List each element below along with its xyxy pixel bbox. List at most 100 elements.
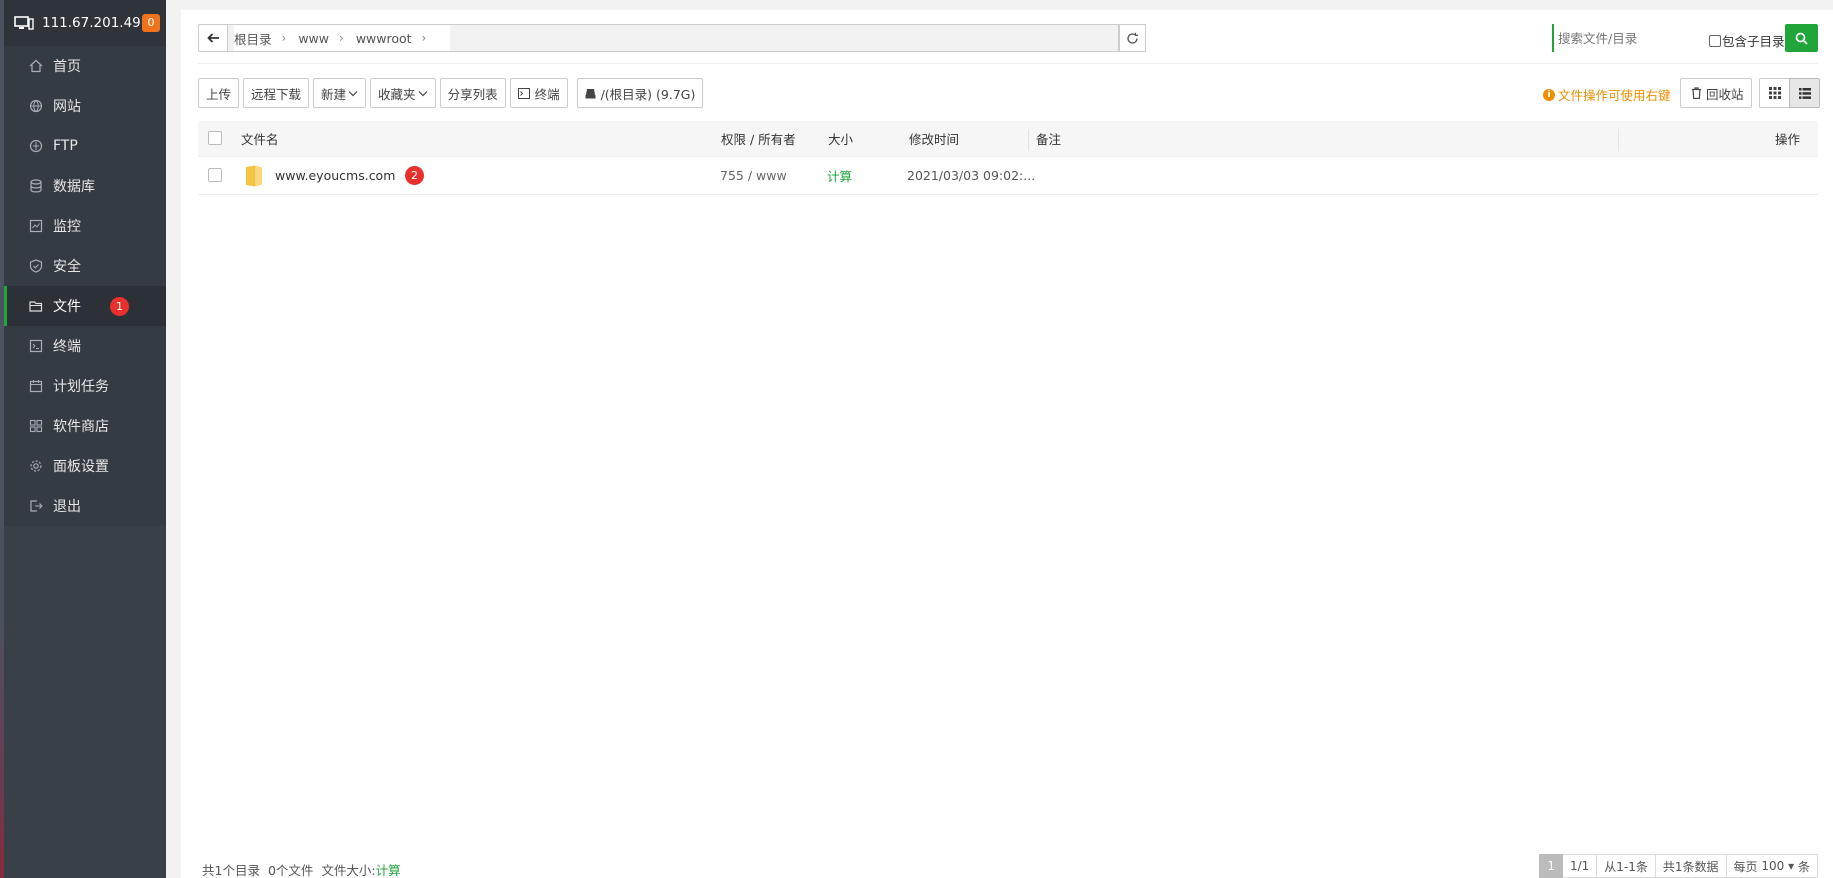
sidebar-item-settings[interactable]: 面板设置 [4,446,166,486]
grid-view-button[interactable] [1759,78,1790,108]
terminal-icon [517,87,530,99]
ftp-icon [29,139,43,153]
breadcrumb-item-www[interactable]: www › [298,31,355,46]
tip-text: 文件操作可使用右键 [1558,88,1671,103]
disk-button[interactable]: /(根目录) (9.7G) [576,78,704,108]
remote-download-button[interactable]: 远程下载 [243,78,310,108]
info-icon: i [1543,88,1555,101]
sidebar-item-label: 网站 [53,99,81,115]
col-header-permission[interactable]: 权限 / 所有者 [721,129,796,148]
sidebar-item-security[interactable]: 安全 [4,246,166,286]
summary: 共1个目录 0个文件 文件大小:计算 [202,860,401,878]
calculate-size-link[interactable]: 计算 [827,166,852,185]
sidebar-item-files[interactable]: 文件 1 [4,286,166,326]
pagination: 1 1/1 从1-1条 共1条数据 每页 100 ▾ 条 [1539,854,1818,878]
terminal-button[interactable]: 终端 [509,78,568,108]
folder-open-icon [29,299,43,313]
chevron-down-icon [348,90,358,96]
share-list-button[interactable]: 分享列表 [439,78,506,108]
grid-icon [1768,87,1781,99]
chevron-right-icon: › [281,31,287,45]
table-header: 文件名 权限 / 所有者 大小 修改时间 备注 操作 [198,121,1818,157]
file-name-link[interactable]: www.eyoucms.com [275,168,395,183]
column-divider[interactable] [1618,129,1619,151]
server-monitor-icon [14,16,34,30]
page-range: 从1-1条 [1597,854,1656,878]
sidebar-item-cron[interactable]: 计划任务 [4,366,166,406]
chevron-down-icon [418,90,427,96]
sidebar-item-logout[interactable]: 退出 [4,486,166,526]
column-divider[interactable] [1028,129,1029,151]
search-icon [1795,32,1808,45]
sidebar-item-home[interactable]: 首页 [4,46,166,86]
server-ip: 111.67.201.49 [42,15,141,31]
button-label: 回收站 [1706,86,1744,102]
list-icon [1798,87,1811,99]
page-current[interactable]: 1 [1539,854,1563,878]
button-label: /(根目录) (9.7G) [600,86,696,102]
chevron-right-icon: › [421,31,427,45]
sidebar-item-label: 软件商店 [53,419,109,435]
recycle-bin-button[interactable]: 回收站 [1680,78,1752,108]
button-label: 分享列表 [447,86,498,102]
per-page-value: 100 [1761,859,1785,873]
context-menu-tip: i 文件操作可使用右键 [1543,85,1671,104]
table-row[interactable]: www.eyoucms.com 2 755 / www 计算 2021/03/0… [198,157,1818,195]
sidebar-item-monitor[interactable]: 监控 [4,206,166,246]
chevron-right-icon: › [339,31,344,45]
page-count: 1/1 [1562,854,1598,878]
breadcrumb-item-root[interactable]: 根目录 › [234,29,298,48]
refresh-button[interactable] [1119,24,1146,52]
total-size-label: 文件大小: [321,863,376,878]
alert-badge[interactable]: 0 [142,14,160,32]
sidebar-item-database[interactable]: 数据库 [4,166,166,206]
sidebar-item-store[interactable]: 软件商店 [4,406,166,446]
file-toolbar: 上传 远程下载 新建 收藏夹 分享列表 终端 /(根目录) (9.7G) [198,78,707,108]
list-view-button[interactable] [1789,78,1820,108]
col-header-name[interactable]: 文件名 [241,129,279,148]
row-checkbox[interactable] [208,168,222,182]
upload-button[interactable]: 上传 [198,78,240,108]
per-page-select[interactable]: 每页 100 ▾ 条 [1726,854,1818,878]
select-all-checkbox[interactable] [208,131,222,145]
database-icon [29,179,43,193]
sidebar-item-label: 安全 [53,259,81,275]
breadcrumb-item-wwwroot[interactable]: wwwroot › [356,31,439,46]
calculate-total-link[interactable]: 计算 [376,863,401,878]
back-button[interactable] [198,24,228,52]
breadcrumb[interactable]: 根目录 › www › wwwroot › [228,24,1119,52]
checkbox-box[interactable] [1709,34,1721,47]
col-header-remark[interactable]: 备注 [1036,129,1061,148]
new-dropdown-button[interactable]: 新建 [313,78,367,108]
search-button[interactable] [1785,24,1818,52]
include-subdir-label: 包含子目录 [1722,34,1785,49]
sidebar-item-website[interactable]: 网站 [4,86,166,126]
breadcrumb-label: www [298,30,329,46]
sidebar-item-terminal[interactable]: 终端 [4,326,166,366]
include-subdir-checkbox[interactable]: 包含子目录 [1709,31,1785,50]
folder-icon [246,165,262,187]
gear-icon [29,459,43,473]
caret-down-icon: ▾ [1788,859,1795,873]
sidebar-item-ftp[interactable]: FTP [4,126,166,166]
logout-icon [29,499,43,513]
per-page-unit: 条 [1797,859,1810,874]
col-header-size[interactable]: 大小 [828,129,853,148]
breadcrumb-label: 根目录 [234,31,272,47]
terminal-icon [29,339,43,353]
permission-owner[interactable]: 755 / www [720,168,787,183]
path-bar: 根目录 › www › wwwroot › 包含子目录 [198,24,1818,52]
favorites-dropdown-button[interactable]: 收藏夹 [370,78,436,108]
search-input[interactable] [1558,24,1698,52]
button-label: 收藏夹 [378,86,416,102]
sidebar-item-label: 监控 [53,219,81,235]
sidebar-item-label: 计划任务 [53,379,109,395]
col-header-mtime[interactable]: 修改时间 [909,129,959,148]
apps-icon [29,419,43,433]
sidebar-item-label: FTP [53,138,78,154]
refresh-icon [1127,32,1138,44]
breadcrumb-label: wwwroot [355,30,412,46]
page-total: 共1条数据 [1655,854,1727,878]
file-manager-panel: 根目录 › www › wwwroot › 包含子目录 上传 远程下载 新建 收藏夹 … [181,10,1833,878]
server-header[interactable]: 111.67.201.49 0 [4,0,166,46]
